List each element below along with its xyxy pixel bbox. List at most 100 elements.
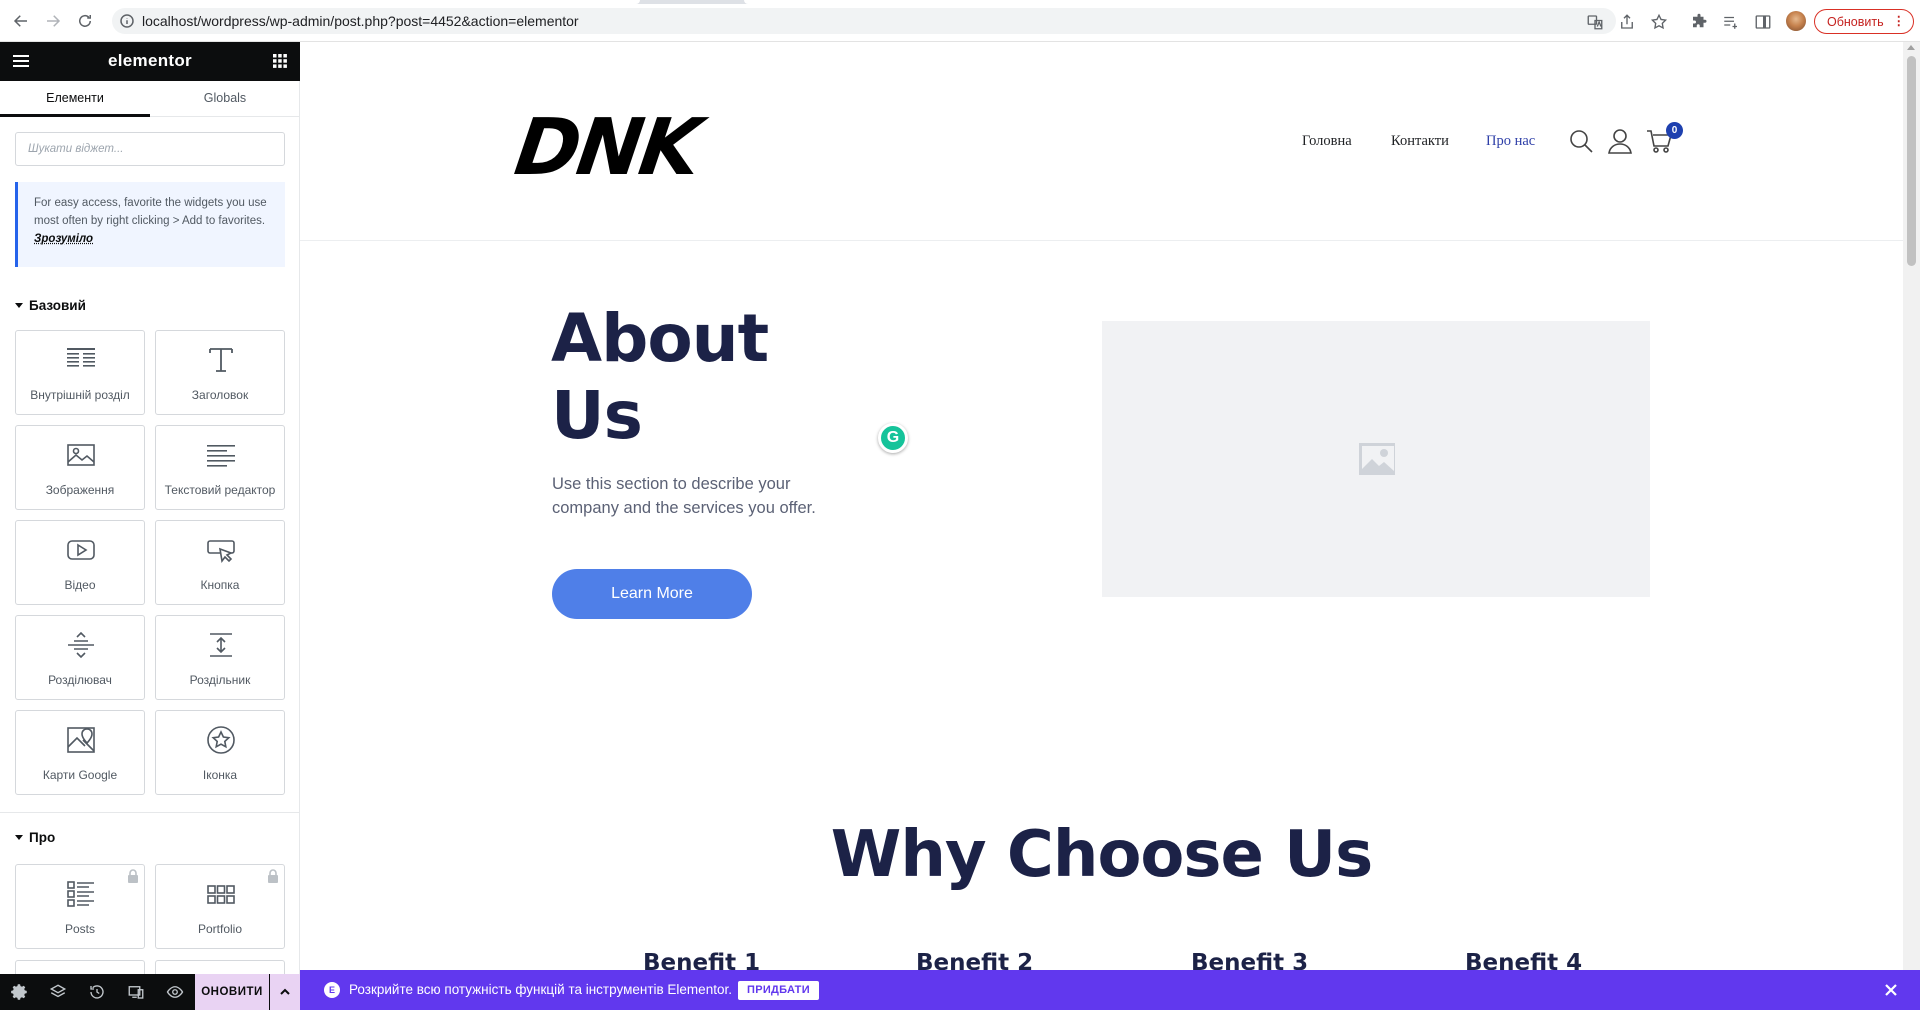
notice-text: For easy access, favorite the widgets yo… bbox=[34, 197, 267, 227]
reload-icon[interactable] bbox=[74, 10, 96, 32]
text-editor-icon bbox=[206, 440, 236, 470]
category-basic[interactable]: Базовий bbox=[15, 298, 86, 313]
widget-posts[interactable]: Posts bbox=[15, 864, 145, 949]
elementor-e-icon: E bbox=[324, 982, 340, 998]
widget-label: Posts bbox=[64, 922, 95, 936]
caret-down-icon bbox=[15, 303, 23, 308]
translate-icon[interactable] bbox=[1584, 11, 1606, 33]
image-placeholder[interactable] bbox=[1102, 321, 1650, 597]
widget-spacer[interactable]: Роздільник bbox=[155, 615, 285, 700]
nav-home[interactable]: Головна bbox=[1302, 133, 1352, 150]
lock-icon bbox=[267, 869, 279, 883]
browser-update-button[interactable]: Обновить ⋮ bbox=[1814, 9, 1914, 34]
portfolio-icon bbox=[206, 879, 236, 909]
widget-inner-section[interactable]: Внутрішній розділ bbox=[15, 330, 145, 415]
widget-label: Відео bbox=[64, 578, 96, 592]
scrollbar-thumb[interactable] bbox=[1907, 56, 1916, 266]
nav-contacts[interactable]: Контакти bbox=[1391, 133, 1449, 150]
video-icon bbox=[66, 535, 96, 565]
profile-avatar[interactable] bbox=[1786, 11, 1806, 31]
save-options-chevron-up-icon[interactable] bbox=[270, 974, 300, 1010]
extensions-icon[interactable] bbox=[1688, 11, 1710, 33]
widgets-grid-icon[interactable] bbox=[272, 53, 288, 69]
editor-canvas: DNK Головна Контакти Про нас 0 About Us … bbox=[300, 42, 1920, 1010]
widget-video[interactable]: Відео bbox=[15, 520, 145, 605]
widget-portfolio[interactable]: Portfolio bbox=[155, 864, 285, 949]
about-description[interactable]: Use this section to describe your compan… bbox=[552, 472, 832, 520]
promo-text: Розкрийте всю потужність функцій та інст… bbox=[349, 982, 732, 997]
favorites-notice: For easy access, favorite the widgets yo… bbox=[15, 182, 285, 267]
widget-label: Кнопка bbox=[200, 578, 240, 592]
back-icon[interactable] bbox=[10, 10, 32, 32]
update-button[interactable]: ОНОВИТИ bbox=[195, 974, 269, 1010]
scroll-up-arrow-icon[interactable] bbox=[1907, 45, 1915, 50]
widget-google-maps[interactable]: Карти Google bbox=[15, 710, 145, 795]
site-header: DNK Головна Контакти Про нас 0 bbox=[300, 42, 1903, 241]
why-choose-heading[interactable]: Why Choose Us bbox=[300, 818, 1903, 892]
panel-tabs: Елементи Globals bbox=[0, 81, 300, 117]
nav-about[interactable]: Про нас bbox=[1486, 133, 1535, 150]
site-info-icon[interactable] bbox=[118, 12, 136, 30]
widget-button[interactable]: Кнопка bbox=[155, 520, 285, 605]
responsive-mode-icon[interactable] bbox=[127, 983, 145, 1001]
forward-icon[interactable] bbox=[42, 10, 64, 32]
browser-toolbar: localhost/wordpress/wp-admin/post.php?po… bbox=[0, 0, 1920, 42]
widget-divider[interactable]: Розділювач bbox=[15, 615, 145, 700]
category-basic-label: Базовий bbox=[29, 298, 86, 313]
widget-heading[interactable]: Заголовок bbox=[155, 330, 285, 415]
preview-eye-icon[interactable] bbox=[166, 983, 184, 1001]
widget-label: Текстовий редактор bbox=[164, 483, 276, 497]
widget-label: Portfolio bbox=[197, 922, 243, 936]
widget-label: Розділювач bbox=[48, 673, 112, 687]
settings-gear-icon[interactable] bbox=[11, 983, 29, 1001]
about-heading-line2: Us bbox=[551, 377, 643, 454]
browser-update-label: Обновить bbox=[1827, 14, 1884, 29]
about-heading[interactable]: About Us bbox=[551, 300, 831, 454]
widget-label: Внутрішній розділ bbox=[30, 388, 130, 402]
url-text: localhost/wordpress/wp-admin/post.php?po… bbox=[142, 13, 579, 29]
panel-divider bbox=[0, 812, 300, 813]
caret-down-icon bbox=[15, 835, 23, 840]
star-icon bbox=[206, 725, 236, 755]
widget-text-editor[interactable]: Текстовий редактор bbox=[155, 425, 285, 510]
inner-section-icon bbox=[66, 345, 96, 375]
button-icon bbox=[206, 535, 236, 565]
search-icon[interactable] bbox=[1568, 128, 1594, 154]
tab-globals[interactable]: Globals bbox=[150, 81, 300, 117]
address-bar[interactable]: localhost/wordpress/wp-admin/post.php?po… bbox=[112, 8, 1616, 34]
close-icon[interactable] bbox=[1880, 979, 1902, 1001]
learn-more-button[interactable]: Learn More bbox=[552, 569, 752, 619]
lock-icon bbox=[127, 869, 139, 883]
elementor-panel: elementor Елементи Globals Шукати віджет… bbox=[0, 42, 300, 1010]
site-logo[interactable]: DNK bbox=[510, 103, 704, 193]
widget-label: Зображення bbox=[45, 483, 115, 497]
widget-label: Карти Google bbox=[42, 768, 118, 782]
notice-dismiss-link[interactable]: Зрозуміло bbox=[34, 233, 93, 245]
widget-image[interactable]: Зображення bbox=[15, 425, 145, 510]
category-pro[interactable]: Про bbox=[15, 830, 55, 845]
image-icon bbox=[66, 440, 96, 470]
widget-icon[interactable]: Іконка bbox=[155, 710, 285, 795]
side-panel-icon[interactable] bbox=[1752, 11, 1774, 33]
widget-search-input[interactable]: Шукати віджет... bbox=[15, 132, 285, 166]
cart-count-badge: 0 bbox=[1666, 122, 1683, 139]
about-heading-line1: About bbox=[551, 300, 769, 377]
widget-label: Заголовок bbox=[191, 388, 249, 402]
grammarly-icon[interactable]: G bbox=[878, 423, 908, 453]
canvas-scrollbar[interactable] bbox=[1903, 42, 1920, 1010]
history-icon[interactable] bbox=[88, 983, 106, 1001]
account-user-icon[interactable] bbox=[1607, 128, 1633, 154]
more-menu-icon: ⋮ bbox=[1892, 14, 1906, 28]
elementor-logo: elementor bbox=[108, 51, 192, 70]
share-icon[interactable] bbox=[1616, 11, 1638, 33]
bookmark-star-icon[interactable] bbox=[1648, 11, 1670, 33]
heading-icon bbox=[206, 345, 236, 375]
panel-footer: ОНОВИТИ bbox=[0, 974, 300, 1010]
reading-list-icon[interactable] bbox=[1720, 11, 1742, 33]
category-pro-label: Про bbox=[29, 830, 56, 845]
promo-buy-button[interactable]: ПРИДБАТИ bbox=[738, 981, 819, 1000]
panel-header: elementor bbox=[0, 42, 300, 81]
navigator-layers-icon[interactable] bbox=[49, 983, 67, 1001]
tab-elements[interactable]: Елементи bbox=[0, 81, 150, 117]
image-placeholder-icon bbox=[1357, 439, 1397, 479]
